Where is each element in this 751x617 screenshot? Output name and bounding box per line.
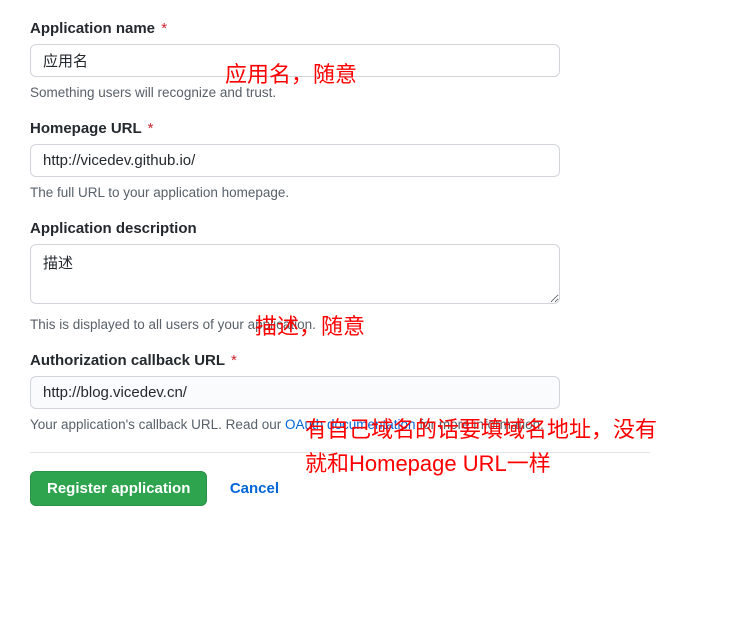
homepage-url-label-text: Homepage URL [30,120,141,137]
app-name-input[interactable] [30,44,560,77]
app-description-label: Application description [30,220,721,237]
divider [30,452,650,453]
callback-hint-suffix: for more information. [416,417,544,432]
callback-url-group: Authorization callback URL * Your applic… [30,352,721,432]
required-mark-icon: * [231,352,237,369]
app-description-hint: This is displayed to all users of your a… [30,317,721,332]
form-actions: Register application Cancel [30,471,721,506]
homepage-url-hint: The full URL to your application homepag… [30,185,721,200]
app-description-label-text: Application description [30,220,197,237]
callback-url-label: Authorization callback URL * [30,352,721,369]
homepage-url-group: Homepage URL * The full URL to your appl… [30,120,721,200]
homepage-url-label: Homepage URL * [30,120,721,137]
callback-url-input[interactable] [30,376,560,409]
register-application-button[interactable]: Register application [30,471,207,506]
homepage-url-input[interactable] [30,144,560,177]
app-name-group: Application name * Something users will … [30,20,721,100]
required-mark-icon: * [161,20,167,37]
cancel-button[interactable]: Cancel [230,480,279,497]
oauth-doc-link[interactable]: OAuth documentation [285,417,416,432]
app-name-hint: Something users will recognize and trust… [30,85,721,100]
app-name-label: Application name * [30,20,721,37]
app-description-group: Application description 描述 This is displ… [30,220,721,332]
callback-url-label-text: Authorization callback URL [30,352,225,369]
callback-url-hint: Your application's callback URL. Read ou… [30,417,721,432]
required-mark-icon: * [148,120,154,137]
callback-hint-prefix: Your application's callback URL. Read ou… [30,417,285,432]
app-description-input[interactable]: 描述 [30,244,560,304]
app-name-label-text: Application name [30,20,155,37]
